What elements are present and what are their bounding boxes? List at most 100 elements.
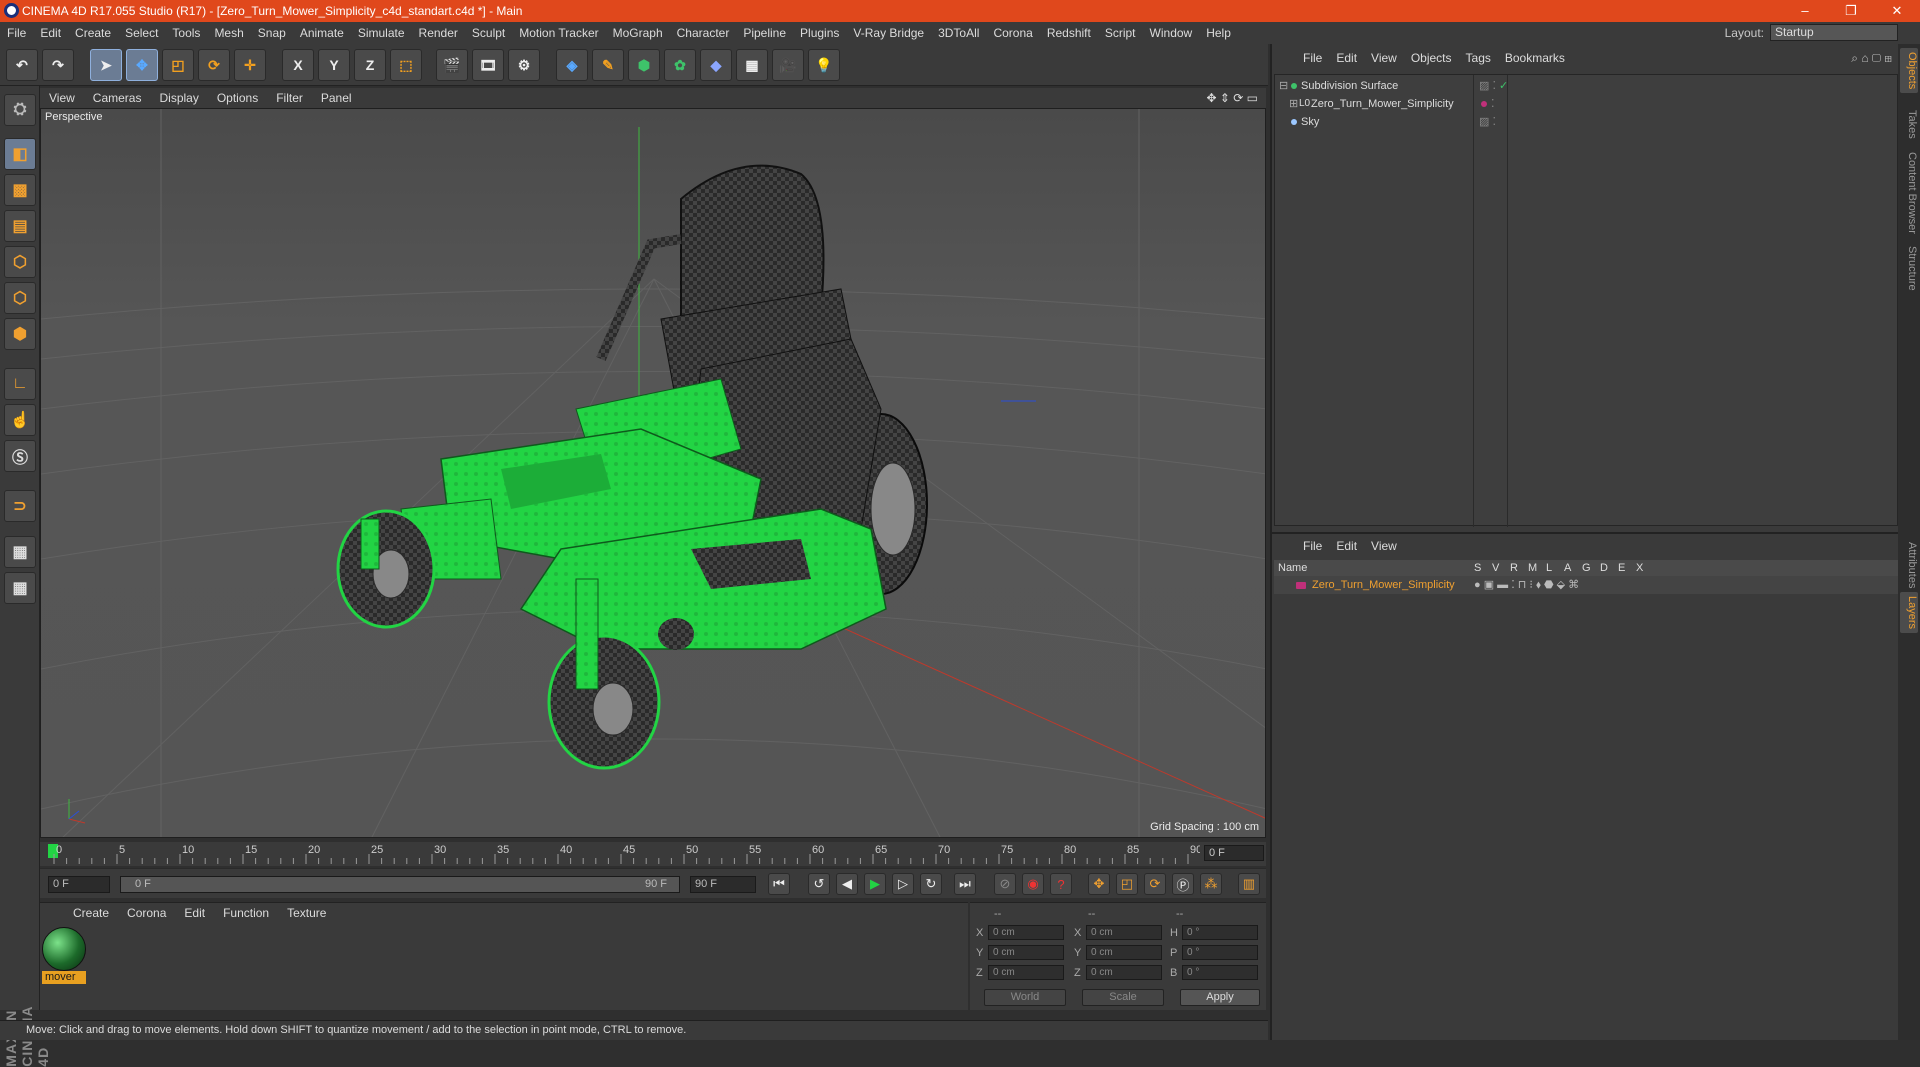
z-axis-lock-button[interactable]: Z	[354, 49, 386, 81]
objects-menu-objects[interactable]: Objects	[1404, 51, 1459, 65]
menu-sculpt[interactable]: Sculpt	[465, 26, 512, 40]
axis-mode-icon[interactable]: ∟	[4, 368, 36, 400]
scale-tool-icon[interactable]: ◰	[162, 49, 194, 81]
layer-flag-icons[interactable]: ● ▣ ▬ ⁚ ⊓ ⁝ ⬧ ⬣ ⬙ ⌘	[1474, 576, 1579, 594]
menu-window[interactable]: Window	[1143, 26, 1200, 40]
flag-deformers-header[interactable]: D	[1600, 560, 1608, 576]
menu-plugins[interactable]: Plugins	[793, 26, 846, 40]
visibility-dots[interactable]: ▨ ⁚	[1479, 77, 1496, 95]
move-tool-icon[interactable]: ✥	[126, 49, 158, 81]
size-z-field[interactable]: 0 cm	[1086, 965, 1162, 980]
menu-vray-bridge[interactable]: V-Ray Bridge	[846, 26, 931, 40]
menu-3dtoall[interactable]: 3DToAll	[931, 26, 986, 40]
viewport-menu-filter[interactable]: Filter	[267, 91, 312, 105]
points-mode-icon[interactable]: ⬡	[4, 246, 36, 278]
menu-edit[interactable]: Edit	[33, 26, 68, 40]
key-position-icon[interactable]: ✥	[1088, 873, 1110, 895]
menu-help[interactable]: Help	[1199, 26, 1238, 40]
render-settings-icon[interactable]: ⚙	[508, 49, 540, 81]
pos-z-field[interactable]: 0 cm	[988, 965, 1064, 980]
menu-animate[interactable]: Animate	[293, 26, 351, 40]
flag-locked-header[interactable]: L	[1546, 560, 1552, 576]
minimize-button[interactable]: –	[1782, 0, 1828, 22]
menu-character[interactable]: Character	[670, 26, 737, 40]
render-view-icon[interactable]: 🎬	[436, 49, 468, 81]
autokey-icon[interactable]: ?	[1050, 873, 1072, 895]
viewport-menu-cameras[interactable]: Cameras	[84, 91, 151, 105]
search-home-icons[interactable]: ⌕ ⌂ ▢ ⊞	[1844, 51, 1898, 66]
key-point-level-icon[interactable]: ⁂	[1200, 873, 1222, 895]
objects-menu-file[interactable]: File	[1296, 51, 1329, 65]
viewport-menu-panel[interactable]: Panel	[312, 91, 361, 105]
size-x-field[interactable]: 0 cm	[1086, 925, 1162, 940]
object-row-subdivision[interactable]: ⊟ Subdivision Surface ▨ ⁚ ✓	[1275, 77, 1899, 95]
goto-start-icon[interactable]: ⏮	[768, 873, 790, 895]
deformer-icon[interactable]: ◆	[700, 49, 732, 81]
viewport-navigation-icons[interactable]: ✥ ⇕ ⟳ ▭	[1197, 91, 1266, 105]
key-rotation-icon[interactable]: ⟳	[1144, 873, 1166, 895]
rot-b-field[interactable]: 0 °	[1182, 965, 1258, 980]
menu-mograph[interactable]: MoGraph	[606, 26, 670, 40]
x-axis-lock-button[interactable]: X	[282, 49, 314, 81]
perspective-viewport[interactable]: Perspective Grid Spacing : 100 cm	[40, 108, 1266, 838]
material-menu-function[interactable]: Function	[214, 906, 278, 920]
undo-icon[interactable]: ↶	[6, 49, 38, 81]
tab-attributes[interactable]: Attributes	[1900, 538, 1918, 592]
menu-render[interactable]: Render	[412, 26, 465, 40]
coordinate-mode-dropdown[interactable]: World	[984, 989, 1066, 1006]
end-frame-field[interactable]: 90 F	[690, 876, 756, 893]
layer-row[interactable]: Zero_Turn_Mower_Simplicity ● ▣ ▬ ⁚ ⊓ ⁝ ⬧…	[1274, 576, 1898, 594]
expand-icon[interactable]: ⊞	[1289, 95, 1298, 113]
subdivision-surface-icon[interactable]: ⬢	[628, 49, 660, 81]
flag-generators-header[interactable]: G	[1582, 560, 1591, 576]
layers-menu-view[interactable]: View	[1364, 539, 1404, 553]
menu-tools[interactable]: Tools	[165, 26, 207, 40]
floor-environment-icon[interactable]: ▦	[736, 49, 768, 81]
object-row-mower[interactable]: ⊞ L0 Zero_Turn_Mower_Simplicity ⁚	[1275, 95, 1899, 113]
material-menu-edit[interactable]: Edit	[175, 906, 214, 920]
material-menu-create[interactable]: Create	[64, 906, 118, 920]
visibility-dots[interactable]: ⁚	[1491, 95, 1495, 113]
menu-script[interactable]: Script	[1098, 26, 1143, 40]
menu-pipeline[interactable]: Pipeline	[736, 26, 793, 40]
y-axis-lock-button[interactable]: Y	[318, 49, 350, 81]
key-scale-icon[interactable]: ◰	[1116, 873, 1138, 895]
render-picture-viewer-icon[interactable]: 🎞	[472, 49, 504, 81]
objects-menu-view[interactable]: View	[1364, 51, 1404, 65]
object-row-sky[interactable]: Sky ▨ ⁚	[1275, 113, 1899, 131]
record-keys-disabled-icon[interactable]: ⊘	[994, 873, 1016, 895]
visibility-dots[interactable]: ▨ ⁚	[1479, 113, 1496, 131]
restore-button[interactable]: ❐	[1828, 0, 1874, 22]
menu-simulate[interactable]: Simulate	[351, 26, 412, 40]
rot-p-field[interactable]: 0 °	[1182, 945, 1258, 960]
tab-objects[interactable]: Objects	[1900, 48, 1918, 94]
menu-redshift[interactable]: Redshift	[1040, 26, 1098, 40]
lock-workplane-icon[interactable]: ▦	[4, 536, 36, 568]
flag-view-header[interactable]: V	[1492, 560, 1499, 576]
expand-icon[interactable]: ⊟	[1279, 77, 1288, 95]
tweak-mode-icon[interactable]: ☝	[4, 404, 36, 436]
workplane-mode-icon[interactable]: ▤	[4, 210, 36, 242]
material-menu-corona[interactable]: Corona	[118, 906, 175, 920]
polygons-mode-icon[interactable]: ⬢	[4, 318, 36, 350]
layers-menu-file[interactable]: File	[1296, 539, 1329, 553]
next-frame-icon[interactable]: ▷	[892, 873, 914, 895]
light-icon[interactable]: 💡	[808, 49, 840, 81]
redo-icon[interactable]: ↷	[42, 49, 74, 81]
apply-button[interactable]: Apply	[1180, 989, 1260, 1006]
goto-end-icon[interactable]: ⏭	[954, 873, 976, 895]
menu-file[interactable]: File	[0, 26, 33, 40]
flag-solo-header[interactable]: S	[1474, 560, 1481, 576]
cube-primitive-icon[interactable]: ◈	[556, 49, 588, 81]
layers-menu-edit[interactable]: Edit	[1329, 539, 1364, 553]
key-parameter-icon[interactable]: Ⓟ	[1172, 873, 1194, 895]
cloner-icon[interactable]: ✿	[664, 49, 696, 81]
make-editable-icon[interactable]: ⛭	[4, 94, 36, 126]
record-active-icon[interactable]: ◉	[1022, 873, 1044, 895]
current-frame-field[interactable]: 0 F	[1204, 845, 1264, 861]
viewport-menu-view[interactable]: View	[40, 91, 84, 105]
next-key-icon[interactable]: ↻	[920, 873, 942, 895]
menu-mesh[interactable]: Mesh	[207, 26, 250, 40]
pos-x-field[interactable]: 0 cm	[988, 925, 1064, 940]
menu-create[interactable]: Create	[68, 26, 118, 40]
